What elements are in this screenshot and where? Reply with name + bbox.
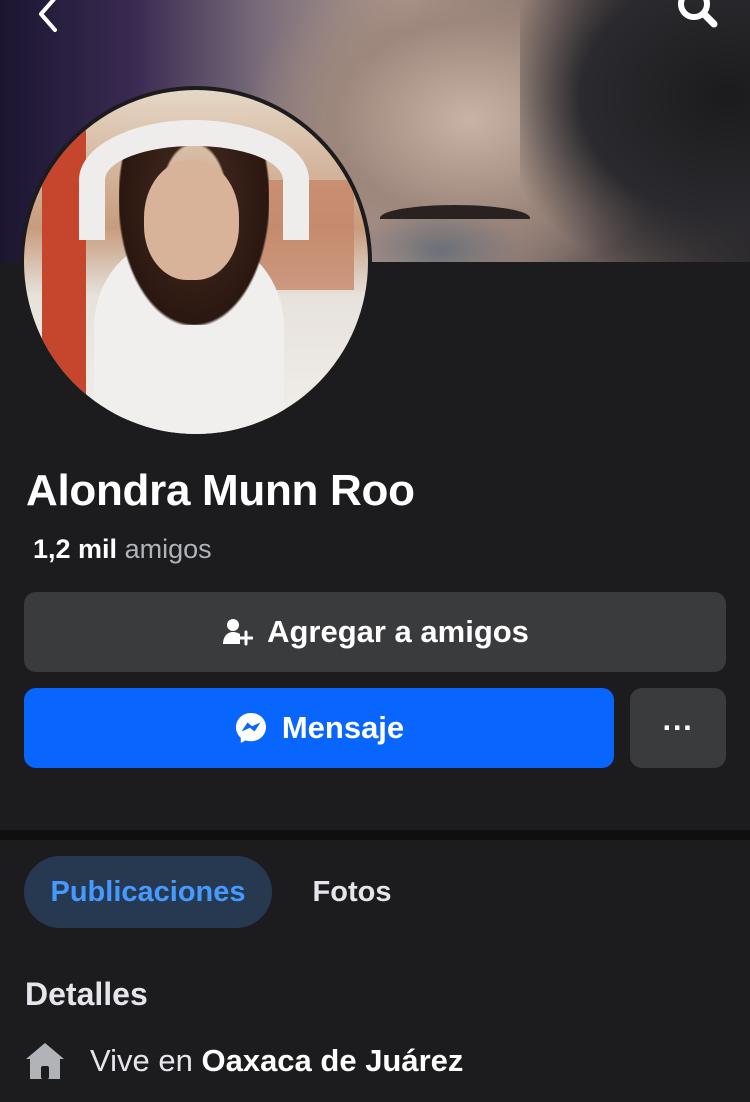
lives-in-place[interactable]: Oaxaca de Juárez [201,1043,463,1078]
lives-in-text: Vive en Oaxaca de Juárez [90,1043,463,1079]
more-options-icon: ··· [662,710,694,745]
section-divider [0,830,750,840]
person-plus-icon [221,616,254,648]
home-icon [26,1043,64,1079]
tab-photos[interactable]: Fotos [288,856,416,928]
search-icon [678,0,718,28]
friends-count-label: amigos [124,534,212,564]
details-heading: Detalles [25,976,148,1012]
profile-picture[interactable] [24,90,368,434]
chevron-left-icon [39,0,57,32]
search-button[interactable] [668,0,728,34]
back-button[interactable] [18,0,78,34]
tab-posts-label: Publicaciones [50,875,246,908]
message-button[interactable]: Mensaje [24,688,614,768]
message-label: Mensaje [281,710,405,745]
avatar-arms [79,120,309,240]
cover-hair-shape [520,0,750,262]
lives-in-prefix: Vive en [90,1043,193,1078]
tab-posts[interactable]: Publicaciones [24,856,272,928]
profile-picture-frame[interactable] [20,86,372,438]
add-friend-label: Agregar a amigos [267,614,529,649]
cover-brow-shape [380,205,530,231]
friends-count-value: 1,2 mil [33,534,118,564]
tab-photos-label: Fotos [312,875,392,908]
friends-count[interactable]: 1,2 mil amigos [33,534,212,565]
add-friend-button[interactable]: Agregar a amigos [24,592,726,672]
more-options-button[interactable]: ··· [630,688,726,768]
messenger-icon [234,711,268,745]
detail-lives-in: Vive en Oaxaca de Juárez [24,1040,463,1082]
profile-name: Alondra Munn Roo [26,466,415,515]
